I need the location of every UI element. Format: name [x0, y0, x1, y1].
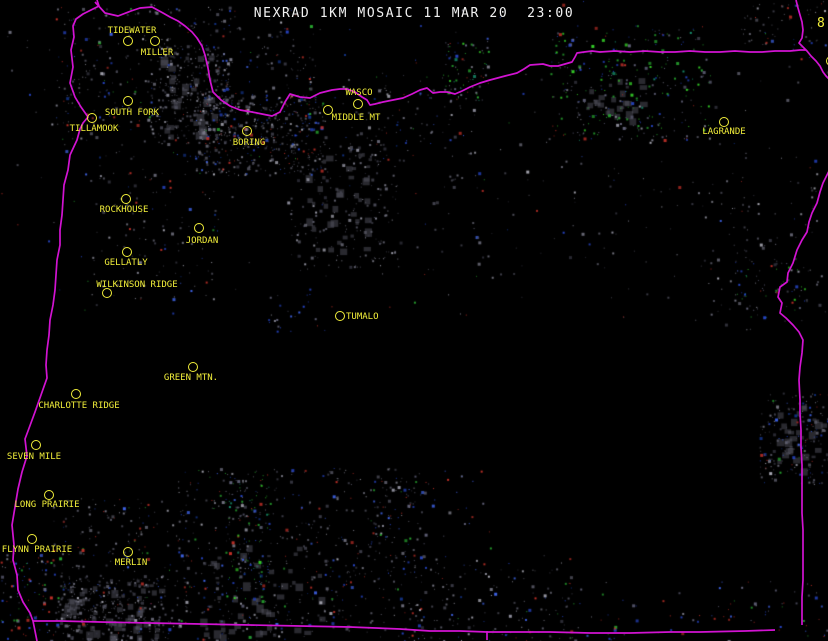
station-label: TILLAMOOK	[70, 124, 119, 134]
station-marker[interactable]	[335, 311, 345, 321]
station-marker[interactable]	[87, 113, 97, 123]
station-label: TIDEWATER	[108, 26, 157, 36]
station-marker[interactable]	[71, 389, 81, 399]
station-label: WILKINSON RIDGE	[96, 280, 177, 290]
station-marker[interactable]	[150, 36, 160, 46]
station-marker[interactable]	[121, 194, 131, 204]
station-label: MIDDLE MT	[332, 113, 381, 123]
station-label: MERLIN	[115, 558, 148, 568]
station-marker[interactable]	[194, 223, 204, 233]
station-marker[interactable]	[31, 440, 41, 450]
station-marker[interactable]	[242, 126, 252, 136]
station-marker[interactable]	[188, 362, 198, 372]
station-label: LAGRANDE	[702, 127, 745, 137]
station-marker[interactable]	[44, 490, 54, 500]
station-label: MILLER	[141, 48, 174, 58]
station-marker[interactable]	[123, 547, 133, 557]
station-label: CHARLOTTE RIDGE	[38, 401, 119, 411]
station-marker[interactable]	[719, 117, 729, 127]
station-marker[interactable]	[122, 247, 132, 257]
station-label: ROCKHOUSE	[100, 205, 149, 215]
station-label: JORDAN	[186, 236, 219, 246]
station-label: WASCO	[345, 88, 372, 98]
station-marker[interactable]	[27, 534, 37, 544]
mosaic-title: NEXRAD 1KM MOSAIC 11 MAR 20 23:00	[254, 6, 575, 21]
station-marker[interactable]	[123, 96, 133, 106]
station-label: GREEN MTN.	[164, 373, 218, 383]
station-label: LONG PRAIRIE	[14, 500, 79, 510]
station-marker-layer: TIDEWATER MILLER SOUTH FORK TILLAMOOK WASCO M…	[0, 0, 828, 641]
station-label: SOUTH FORK	[105, 108, 159, 118]
station-label: FLYNN PRAIRIE	[2, 545, 72, 555]
station-marker[interactable]	[123, 36, 133, 46]
station-label: SEVEN MILE	[7, 452, 61, 462]
station-marker[interactable]	[353, 99, 363, 109]
edge-range-label: 8	[817, 17, 825, 30]
station-label: GELLATLY	[104, 258, 147, 268]
station-label: BORING	[233, 138, 266, 148]
station-label: TUMALO	[346, 312, 379, 322]
radar-display: TIDEWATER MILLER SOUTH FORK TILLAMOOK WASCO M…	[0, 0, 828, 641]
